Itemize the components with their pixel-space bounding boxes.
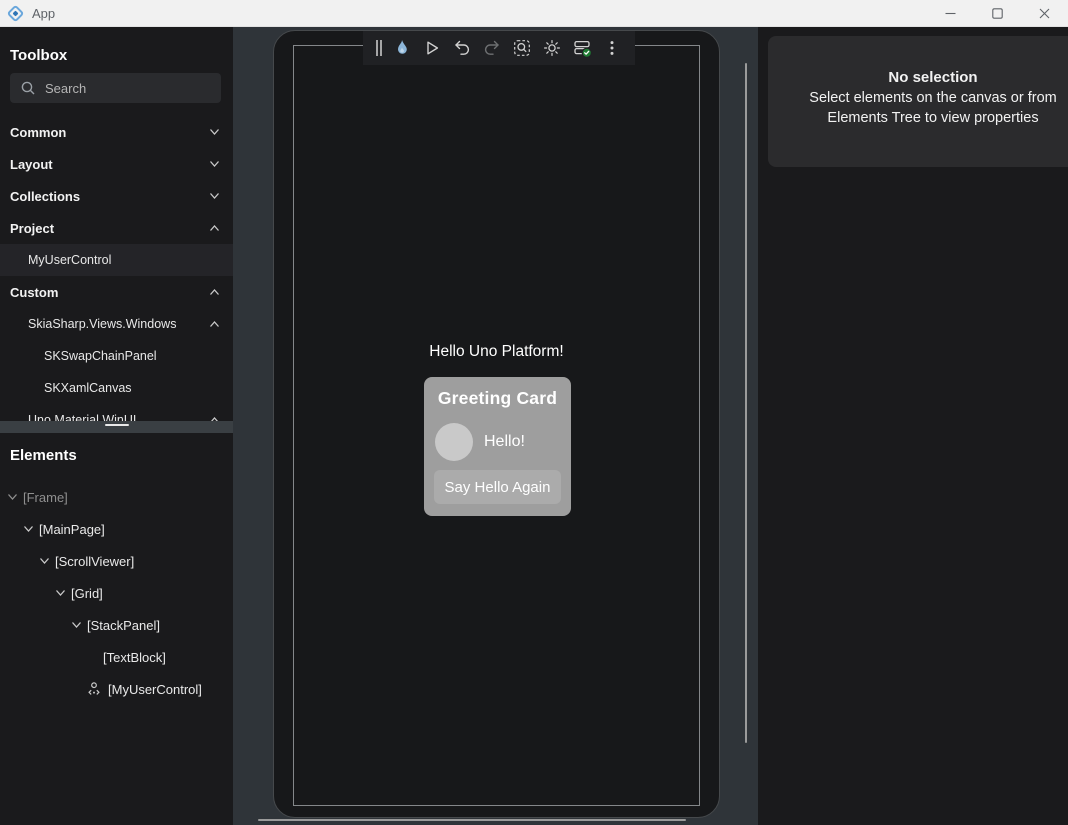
properties-panel: No selection Select elements on the canv… <box>758 27 1068 825</box>
toolbox-item-label: SKXamlCanvas <box>44 381 132 395</box>
toolbox-section-common[interactable]: Common <box>0 116 233 148</box>
play-button[interactable] <box>417 31 447 65</box>
section-label: Custom <box>10 285 58 300</box>
group-label: SkiaSharp.Views.Windows <box>28 317 176 331</box>
canvas-horizontal-scrollbar[interactable] <box>258 819 686 821</box>
chevron-up-icon <box>209 320 220 328</box>
tree-item-label: [Grid] <box>71 586 103 601</box>
chevron-down-icon <box>209 160 220 168</box>
toolbox-section-custom[interactable]: Custom <box>0 276 233 308</box>
section-label: Project <box>10 221 54 236</box>
tree-item-label: [ScrollViewer] <box>55 554 134 569</box>
minimize-button[interactable] <box>927 0 974 26</box>
chevron-up-icon <box>209 224 220 232</box>
chevron-down-icon <box>23 525 34 533</box>
theme-toggle-icon[interactable] <box>537 31 567 65</box>
tree-item-frame[interactable]: [Frame] <box>0 481 233 513</box>
user-control-icon <box>87 681 103 697</box>
splitter-grip-icon <box>105 424 129 426</box>
chevron-down-icon <box>7 493 18 501</box>
greeting-card-title: Greeting Card <box>424 388 571 409</box>
tree-item-label: [StackPanel] <box>87 618 160 633</box>
connection-status-icon[interactable] <box>567 31 597 65</box>
canvas-textblock[interactable]: Hello Uno Platform! <box>274 343 719 361</box>
section-label: Common <box>10 125 66 140</box>
no-selection-title: No selection <box>768 69 1068 86</box>
section-label: Layout <box>10 157 53 172</box>
chevron-down-icon <box>209 192 220 200</box>
toolbox-item-skxamlcanvas[interactable]: SKXamlCanvas <box>0 372 233 404</box>
panel-splitter[interactable] <box>0 421 233 433</box>
titlebar: App <box>0 0 1068 27</box>
toolbar-drag-handle[interactable] <box>371 31 387 65</box>
left-panel: Toolbox Common Layout Collections <box>0 27 233 825</box>
canvas-greeting-card[interactable]: Greeting Card Hello! Say Hello Again <box>424 377 571 516</box>
hot-design-flame-icon[interactable] <box>387 31 417 65</box>
app-logo-icon <box>7 5 24 22</box>
chevron-down-icon <box>39 557 50 565</box>
chevron-down-icon <box>55 589 66 597</box>
elements-tree: [Frame] [MainPage] [ScrollViewer] [Grid]… <box>0 481 233 705</box>
section-label: Collections <box>10 189 80 204</box>
chevron-up-icon <box>209 288 220 296</box>
more-options-button[interactable] <box>597 31 627 65</box>
no-selection-message: Select elements on the canvas or from El… <box>792 88 1068 128</box>
tree-item-myusercontrol[interactable]: [MyUserControl] <box>0 673 233 705</box>
designer-toolbar <box>363 31 635 65</box>
tree-item-stackpanel[interactable]: [StackPanel] <box>0 609 233 641</box>
tree-item-grid[interactable]: [Grid] <box>0 577 233 609</box>
elements-title: Elements <box>10 447 77 464</box>
greeting-row: Hello! <box>435 423 525 461</box>
toolbox-section-collections[interactable]: Collections <box>0 180 233 212</box>
toolbox-search[interactable] <box>10 73 221 103</box>
toolbox-sections: Common Layout Collections Project MyUser… <box>0 116 233 436</box>
tree-item-scrollviewer[interactable]: [ScrollViewer] <box>0 545 233 577</box>
toolbox-item-myusercontrol[interactable]: MyUserControl <box>0 244 233 276</box>
say-hello-again-button[interactable]: Say Hello Again <box>434 470 561 504</box>
chevron-down-icon <box>71 621 82 629</box>
toolbox-item-label: MyUserControl <box>28 253 111 267</box>
greeting-text: Hello! <box>484 433 525 451</box>
canvas-area: Hello Uno Platform! Greeting Card Hello!… <box>233 27 758 825</box>
element-picker-icon[interactable] <box>507 31 537 65</box>
toolbox-title: Toolbox <box>10 47 67 64</box>
chevron-down-icon <box>209 128 220 136</box>
toolbox-group-skiasharp[interactable]: SkiaSharp.Views.Windows <box>0 308 233 340</box>
redo-button[interactable] <box>477 31 507 65</box>
toolbox-item-label: SKSwapChainPanel <box>44 349 157 363</box>
maximize-button[interactable] <box>974 0 1021 26</box>
canvas-vertical-scrollbar[interactable] <box>745 63 747 743</box>
toolbox-item-skswapchainpanel[interactable]: SKSwapChainPanel <box>0 340 233 372</box>
undo-button[interactable] <box>447 31 477 65</box>
app-window: App Toolbox Co <box>0 0 1068 825</box>
search-icon <box>20 80 36 96</box>
device-frame: Hello Uno Platform! Greeting Card Hello!… <box>273 30 720 818</box>
toolbox-section-layout[interactable]: Layout <box>0 148 233 180</box>
tree-item-label: [Frame] <box>23 490 68 505</box>
tree-item-textblock[interactable]: [TextBlock] <box>0 641 233 673</box>
tree-item-label: [MainPage] <box>39 522 105 537</box>
search-input[interactable] <box>45 81 221 96</box>
toolbox-section-project[interactable]: Project <box>0 212 233 244</box>
window-controls <box>927 0 1068 26</box>
tree-item-label: [MyUserControl] <box>108 682 202 697</box>
no-selection-card: No selection Select elements on the canv… <box>768 36 1068 167</box>
tree-item-mainpage[interactable]: [MainPage] <box>0 513 233 545</box>
close-button[interactable] <box>1021 0 1068 26</box>
tree-item-label: [TextBlock] <box>103 650 166 665</box>
app-title: App <box>32 6 55 21</box>
avatar-ellipse[interactable] <box>435 423 473 461</box>
